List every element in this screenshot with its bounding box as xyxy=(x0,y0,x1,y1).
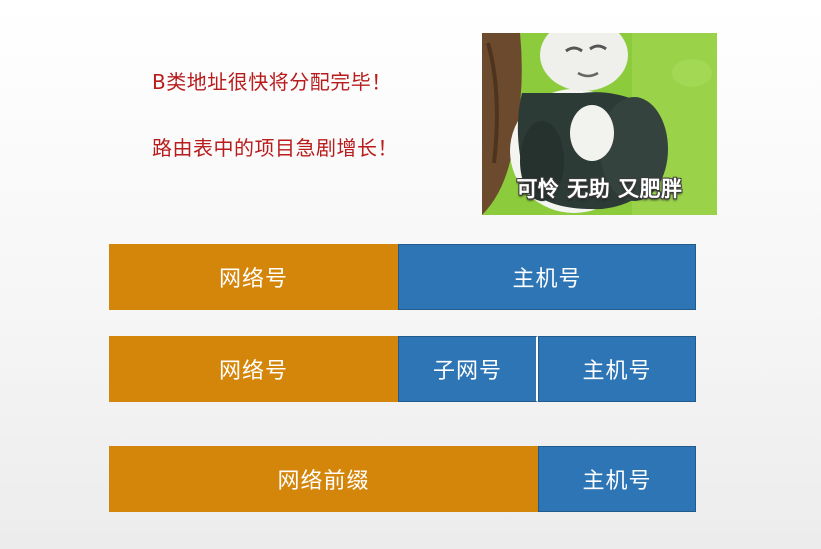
meme-caption: 可怜 无助 又肥胖 xyxy=(516,177,683,201)
panda-meme-image: 可怜 无助 又肥胖 xyxy=(482,33,717,215)
host-number-segment: 主机号 xyxy=(398,244,696,310)
network-number-segment: 网络号 xyxy=(109,244,398,310)
network-number-segment: 网络号 xyxy=(109,336,398,402)
subnetted-address-bar: 网络号 子网号 主机号 xyxy=(109,336,696,402)
classful-address-bar: 网络号 主机号 xyxy=(109,244,696,310)
routing-table-growth-text: 路由表中的项目急剧增长！ xyxy=(152,136,398,160)
cidr-address-bar: 网络前缀 主机号 xyxy=(109,446,696,512)
class-b-exhaustion-text: B类地址很快将分配完毕！ xyxy=(152,70,392,94)
subnet-number-segment: 子网号 xyxy=(398,336,538,402)
network-prefix-segment: 网络前缀 xyxy=(109,446,538,512)
host-number-segment: 主机号 xyxy=(538,446,696,512)
host-number-segment: 主机号 xyxy=(538,336,696,402)
